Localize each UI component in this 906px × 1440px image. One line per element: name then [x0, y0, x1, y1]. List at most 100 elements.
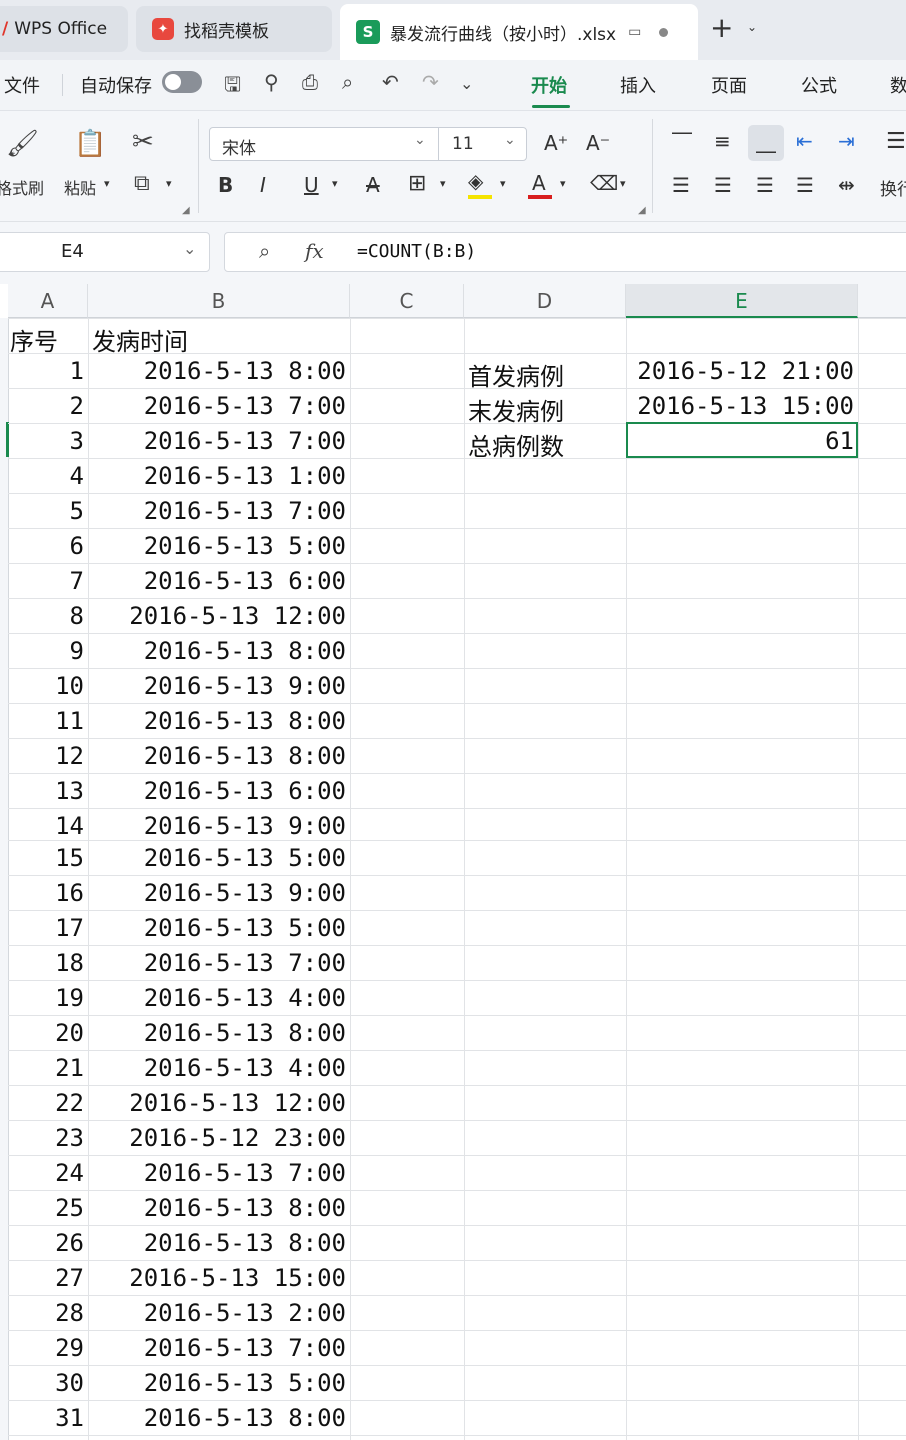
- cell-seq-number[interactable]: 23: [8, 1124, 84, 1152]
- cell-seq-number[interactable]: 27: [8, 1264, 84, 1292]
- cell-seq-number[interactable]: 22: [8, 1089, 84, 1117]
- summary-value[interactable]: 2016-5-13 15:00: [626, 392, 854, 420]
- tab-home[interactable]: 开始: [531, 72, 567, 98]
- cell-onset-time[interactable]: 2016-5-13 8:00: [88, 742, 346, 770]
- print-preview-icon[interactable]: ⌕: [342, 70, 353, 94]
- tab-wps-office[interactable]: / WPS Office: [0, 6, 128, 52]
- decrease-font-icon[interactable]: A⁻: [586, 131, 610, 155]
- justify-icon[interactable]: ☰: [796, 173, 814, 197]
- chevron-down-icon[interactable]: ⌄: [414, 132, 426, 148]
- cell-seq-number[interactable]: 8: [8, 602, 84, 630]
- italic-icon[interactable]: I: [260, 173, 266, 197]
- cell-onset-time[interactable]: 2016-5-13 7:00: [88, 497, 346, 525]
- name-box[interactable]: E4 ⌄: [0, 232, 210, 272]
- summary-label[interactable]: 总病例数: [468, 427, 624, 462]
- summary-value[interactable]: 2016-5-12 21:00: [626, 357, 854, 385]
- cell-onset-time[interactable]: 2016-5-13 5:00: [88, 532, 346, 560]
- tab-active-file[interactable]: S 暴发流行曲线（按小时）.xlsx ▭: [340, 4, 698, 60]
- cell-onset-time[interactable]: 2016-5-13 7:00: [88, 949, 346, 977]
- cell-seq-number[interactable]: 26: [8, 1229, 84, 1257]
- cell-a1-header[interactable]: 序号: [10, 322, 86, 357]
- cell-onset-time[interactable]: 2016-5-13 9:00: [88, 672, 346, 700]
- cell-seq-number[interactable]: 3: [8, 427, 84, 455]
- cell-seq-number[interactable]: 2: [8, 392, 84, 420]
- cell-seq-number[interactable]: 6: [8, 532, 84, 560]
- cell-onset-time[interactable]: 2016-5-13 1:00: [88, 462, 346, 490]
- cell-onset-time[interactable]: 2016-5-13 4:00: [88, 1054, 346, 1082]
- cut-icon[interactable]: ✂: [132, 127, 154, 157]
- tab-data[interactable]: 数: [890, 72, 906, 98]
- format-painter-icon[interactable]: 🖌: [6, 129, 39, 159]
- align-right-icon[interactable]: ☰: [756, 173, 774, 197]
- cell-seq-number[interactable]: 24: [8, 1159, 84, 1187]
- clipboard-launcher-icon[interactable]: ◢: [182, 205, 190, 216]
- cell-seq-number[interactable]: 15: [8, 844, 84, 872]
- chevron-down-icon[interactable]: ▾: [620, 177, 626, 190]
- paste-label[interactable]: 粘贴: [64, 175, 96, 199]
- chevron-down-icon[interactable]: ▾: [560, 177, 566, 190]
- cell-onset-time[interactable]: 2016-5-13 5:00: [88, 844, 346, 872]
- align-middle-icon[interactable]: ≡: [714, 129, 731, 153]
- cell-seq-number[interactable]: 18: [8, 949, 84, 977]
- cell-onset-time[interactable]: 2016-5-13 8:00: [88, 1229, 346, 1257]
- cell-onset-time[interactable]: 2016-5-13 4:00: [88, 984, 346, 1012]
- copy-icon[interactable]: ⧉: [134, 171, 150, 196]
- cell-seq-number[interactable]: 12: [8, 742, 84, 770]
- cell-seq-number[interactable]: 5: [8, 497, 84, 525]
- column-header-c[interactable]: C: [350, 284, 464, 318]
- cell-seq-number[interactable]: 16: [8, 879, 84, 907]
- cell-seq-number[interactable]: 20: [8, 1019, 84, 1047]
- chevron-down-icon[interactable]: ⌄: [747, 20, 757, 34]
- bold-icon[interactable]: B: [218, 173, 233, 197]
- cell-onset-time[interactable]: 2016-5-13 7:00: [88, 1159, 346, 1187]
- border-icon[interactable]: ⊞: [408, 171, 426, 196]
- cell-seq-number[interactable]: 31: [8, 1404, 84, 1432]
- format-painter-label[interactable]: 格式刷: [0, 175, 44, 199]
- cell-onset-time[interactable]: 2016-5-13 6:00: [88, 777, 346, 805]
- chevron-down-icon[interactable]: ⌄: [183, 239, 196, 258]
- print-icon[interactable]: ⎙: [302, 70, 318, 94]
- strikethrough-icon[interactable]: A: [366, 173, 380, 197]
- cell-onset-time[interactable]: 2016-5-13 9:00: [88, 812, 346, 840]
- cell-seq-number[interactable]: 14: [8, 812, 84, 840]
- cell-onset-time[interactable]: 2016-5-13 8:00: [88, 1019, 346, 1047]
- cell-seq-number[interactable]: 28: [8, 1299, 84, 1327]
- cell-onset-time[interactable]: 2016-5-13 12:00: [88, 1089, 346, 1117]
- cell-seq-number[interactable]: 9: [8, 637, 84, 665]
- align-top-icon[interactable]: ⎺: [672, 129, 692, 153]
- tab-insert[interactable]: 插入: [620, 72, 656, 98]
- cell-seq-number[interactable]: 17: [8, 914, 84, 942]
- cell-onset-time[interactable]: 2016-5-13 8:00: [88, 707, 346, 735]
- wrap-text-label[interactable]: 换行: [880, 175, 906, 200]
- share-icon[interactable]: ⚲: [264, 70, 279, 94]
- formula-input[interactable]: ⌕ fx =COUNT(B:B): [224, 232, 906, 272]
- column-header-e[interactable]: E: [626, 284, 858, 318]
- redo-icon[interactable]: ↷: [422, 70, 439, 94]
- cell-onset-time[interactable]: 2016-5-13 8:00: [88, 357, 346, 385]
- paste-icon[interactable]: 📋: [74, 129, 106, 159]
- tab-formula[interactable]: 公式: [801, 72, 837, 98]
- cell-onset-time[interactable]: 2016-5-13 15:00: [88, 1264, 346, 1292]
- cell-onset-time[interactable]: 2016-5-13 9:00: [88, 879, 346, 907]
- zoom-search-icon[interactable]: ⌕: [259, 239, 270, 263]
- cell-onset-time[interactable]: 2016-5-13 2:00: [88, 1299, 346, 1327]
- file-menu[interactable]: 文件: [4, 72, 40, 98]
- font-size-select[interactable]: 11: [452, 134, 474, 154]
- cell-seq-number[interactable]: 1: [8, 357, 84, 385]
- chevron-down-icon[interactable]: ▾: [500, 177, 506, 190]
- fill-color-icon[interactable]: ◈: [468, 169, 483, 193]
- align-bottom-icon[interactable]: ⎽: [756, 129, 776, 153]
- cell-onset-time[interactable]: 2016-5-13 8:00: [88, 1194, 346, 1222]
- chevron-down-icon[interactable]: ▾: [104, 177, 110, 190]
- column-header-f[interactable]: [858, 284, 906, 318]
- autosave-toggle[interactable]: [162, 71, 202, 93]
- cell-onset-time[interactable]: 2016-5-13 6:00: [88, 567, 346, 595]
- cell-seq-number[interactable]: 25: [8, 1194, 84, 1222]
- selected-cell-e4[interactable]: [626, 422, 858, 458]
- undo-icon[interactable]: ↶: [382, 70, 399, 94]
- eraser-icon[interactable]: ⌫: [590, 171, 618, 195]
- increase-font-icon[interactable]: A⁺: [544, 131, 568, 155]
- increase-indent-icon[interactable]: ⇥: [838, 129, 855, 153]
- chevron-down-icon[interactable]: ⌄: [504, 132, 516, 148]
- cell-seq-number[interactable]: 21: [8, 1054, 84, 1082]
